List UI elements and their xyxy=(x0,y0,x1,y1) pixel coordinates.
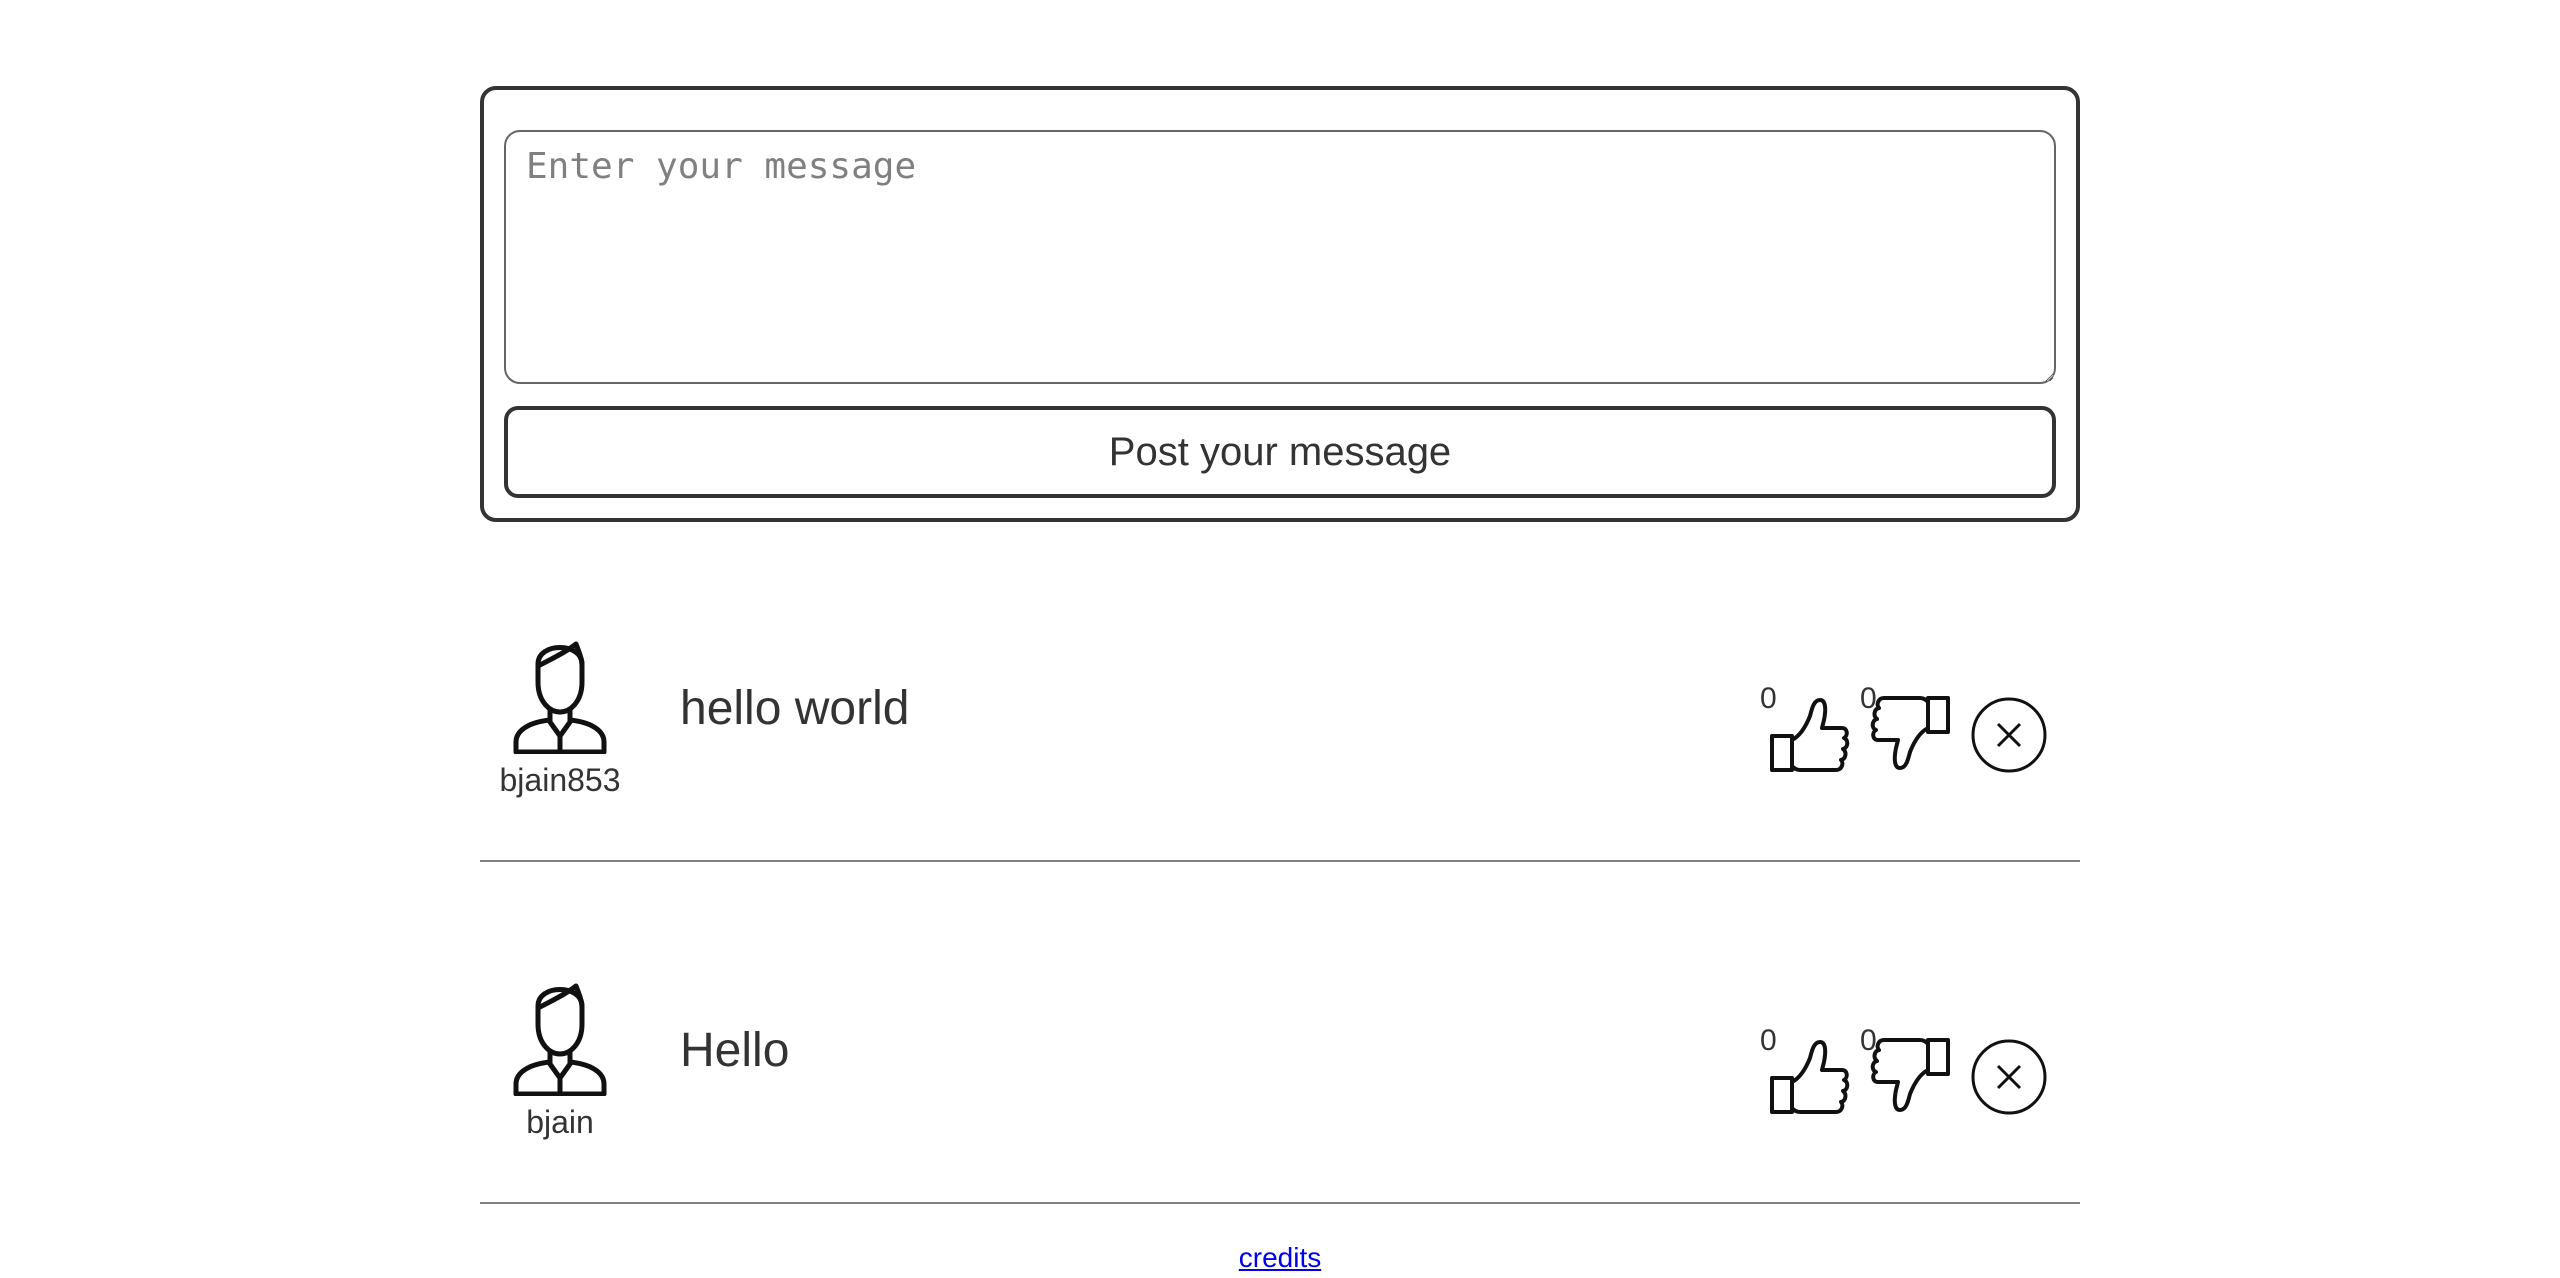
close-icon xyxy=(1996,1064,2022,1090)
thumbs-down-icon xyxy=(1870,696,1950,770)
dislike-button[interactable]: 0 xyxy=(1860,1024,1950,1114)
like-button[interactable]: 0 xyxy=(1760,682,1850,772)
post-message-button[interactable]: Post your message xyxy=(504,406,2056,498)
user-avatar-icon xyxy=(513,983,607,1096)
author-username: bjain xyxy=(526,1104,594,1140)
thumbs-down-icon xyxy=(1870,1038,1950,1112)
credits-link[interactable]: credits xyxy=(1239,1242,1321,1273)
user-avatar-icon xyxy=(513,641,607,754)
message-list: bjain853 hello world 0 0 bjain Hello 0 0 xyxy=(480,520,2080,1204)
message-actions: 0 0 xyxy=(1760,1004,2080,1134)
message-item: bjain853 hello world 0 0 xyxy=(480,520,2080,862)
message-board-page: Post your message bjain853 hello world 0 xyxy=(0,0,2560,1278)
message-text: Hello xyxy=(680,1024,790,1077)
footer: credits xyxy=(0,1242,2560,1274)
thumbs-up-icon xyxy=(1770,698,1850,772)
like-button[interactable]: 0 xyxy=(1760,1024,1850,1114)
message-author: bjain xyxy=(510,972,610,1141)
close-icon xyxy=(1996,722,2022,748)
message-text: hello world xyxy=(680,682,910,735)
message-item: bjain Hello 0 0 xyxy=(480,862,2080,1204)
delete-message-button[interactable] xyxy=(1970,1038,2048,1116)
message-actions: 0 0 xyxy=(1760,662,2080,792)
author-username: bjain853 xyxy=(499,762,621,798)
message-input[interactable] xyxy=(504,130,2056,384)
thumbs-up-icon xyxy=(1770,1040,1850,1114)
post-message-form: Post your message xyxy=(480,86,2080,522)
delete-message-button[interactable] xyxy=(1970,696,2048,774)
message-author: bjain853 xyxy=(500,630,621,799)
dislike-button[interactable]: 0 xyxy=(1860,682,1950,772)
